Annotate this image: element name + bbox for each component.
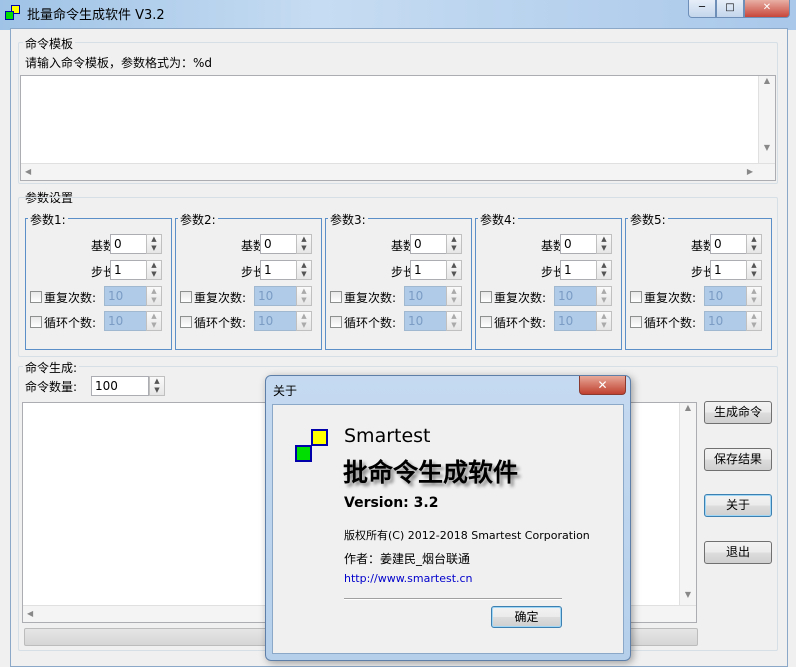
about-product-name: 批命令生成软件 [343,458,519,487]
base-input[interactable]: 0 [410,234,448,254]
generate-group-label: 命令生成: [23,359,80,376]
base-input[interactable]: 0 [560,234,598,254]
repeat-input: 10 [704,286,748,306]
count-input[interactable]: 100 [91,376,149,396]
save-button[interactable]: 保存结果 [704,448,772,471]
loop-label: 循环个数: [44,316,97,330]
base-input[interactable]: 0 [260,234,298,254]
loop-label: 循环个数: [194,316,247,330]
repeat-input: 10 [554,286,598,306]
repeat-label: 重复次数: [494,291,547,305]
about-logo-icon [295,429,329,463]
step-input[interactable]: 1 [110,260,148,280]
about-url-link[interactable]: http://www.smartest.cn [344,572,473,585]
loop-label: 循环个数: [644,316,697,330]
template-input[interactable]: ▲ ▼ ◀ ▶ [20,75,776,181]
loop-spinner: ▲ ▼ [446,311,462,331]
base-spinner[interactable]: ▲ ▼ [596,234,612,254]
loop-input: 10 [104,311,148,331]
repeat-spinner: ▲ ▼ [146,286,162,306]
base-spinner[interactable]: ▲ ▼ [746,234,762,254]
step-spinner[interactable]: ▲ ▼ [146,260,162,280]
step-spinner[interactable]: ▲ ▼ [746,260,762,280]
close-button[interactable]: ✕ [744,0,790,18]
step-input[interactable]: 1 [410,260,448,280]
about-author: 作者：姜建民_烟台联通 [344,552,471,566]
template-vscroll[interactable]: ▲ ▼ [758,76,775,164]
template-hint: 请输入命令模板，参数格式为：%d [25,56,213,70]
step-input[interactable]: 1 [260,260,298,280]
about-brand: Smartest [344,425,431,447]
generate-button[interactable]: 生成命令 [704,401,772,424]
base-input[interactable]: 0 [710,234,748,254]
loop-checkbox[interactable] [630,316,642,328]
param-group-label: 参数5: [628,211,668,228]
output-vscroll[interactable]: ▲ ▼ [679,403,696,606]
base-spinner[interactable]: ▲ ▼ [296,234,312,254]
base-input[interactable]: 0 [110,234,148,254]
repeat-checkbox[interactable] [30,291,42,303]
step-input[interactable]: 1 [560,260,598,280]
app-logo-icon [5,5,21,21]
count-label: 命令数量: [25,380,78,394]
repeat-spinner: ▲ ▼ [446,286,462,306]
loop-input: 10 [704,311,748,331]
repeat-checkbox[interactable] [330,291,342,303]
loop-label: 循环个数: [494,316,547,330]
loop-input: 10 [554,311,598,331]
loop-checkbox[interactable] [330,316,342,328]
about-copyright: 版权所有(C) 2012-2018 Smartest Corporation [344,529,590,542]
loop-spinner: ▲ ▼ [746,311,762,331]
loop-input: 10 [404,311,448,331]
repeat-checkbox[interactable] [480,291,492,303]
loop-checkbox[interactable] [180,316,192,328]
param-group-label: 参数1: [28,211,68,228]
maximize-button[interactable]: □ [716,0,744,18]
loop-checkbox[interactable] [30,316,42,328]
base-spinner[interactable]: ▲ ▼ [446,234,462,254]
exit-button[interactable]: 退出 [704,541,772,564]
param-group-label: 参数3: [328,211,368,228]
loop-spinner: ▲ ▼ [296,311,312,331]
loop-spinner: ▲ ▼ [596,311,612,331]
repeat-checkbox[interactable] [630,291,642,303]
about-button[interactable]: 关于 [704,494,772,517]
about-version: Version: 3.2 [344,495,439,511]
about-panel: Smartest 批命令生成软件 Version: 3.2 版权所有(C) 20… [272,404,624,654]
about-dialog-title: 关于 [273,384,298,398]
repeat-spinner: ▲ ▼ [746,286,762,306]
loop-checkbox[interactable] [480,316,492,328]
loop-label: 循环个数: [344,316,397,330]
repeat-input: 10 [254,286,298,306]
step-input[interactable]: 1 [710,260,748,280]
step-spinner[interactable]: ▲ ▼ [446,260,462,280]
repeat-label: 重复次数: [44,291,97,305]
repeat-input: 10 [404,286,448,306]
about-dialog: 关于 ✕ Smartest 批命令生成软件 Version: 3.2 版权所有(… [265,375,631,661]
count-spinner[interactable]: ▲ ▼ [149,376,165,396]
step-spinner[interactable]: ▲ ▼ [596,260,612,280]
loop-input: 10 [254,311,298,331]
loop-spinner: ▲ ▼ [146,311,162,331]
step-spinner[interactable]: ▲ ▼ [296,260,312,280]
about-close-button[interactable]: ✕ [579,376,626,395]
window-title: 批量命令生成软件 V3.2 [27,8,165,23]
repeat-spinner: ▲ ▼ [296,286,312,306]
base-spinner[interactable]: ▲ ▼ [146,234,162,254]
param-group-label: 参数4: [478,211,518,228]
param-group-label: 参数2: [178,211,218,228]
minimize-button[interactable]: ─ [688,0,716,18]
template-group-label: 命令模板 [23,35,76,52]
repeat-input: 10 [104,286,148,306]
repeat-label: 重复次数: [644,291,697,305]
about-ok-button[interactable]: 确定 [491,606,562,628]
repeat-label: 重复次数: [344,291,397,305]
template-hscroll[interactable]: ◀ ▶ [21,163,775,180]
repeat-label: 重复次数: [194,291,247,305]
repeat-spinner: ▲ ▼ [596,286,612,306]
repeat-checkbox[interactable] [180,291,192,303]
about-divider [344,598,562,600]
